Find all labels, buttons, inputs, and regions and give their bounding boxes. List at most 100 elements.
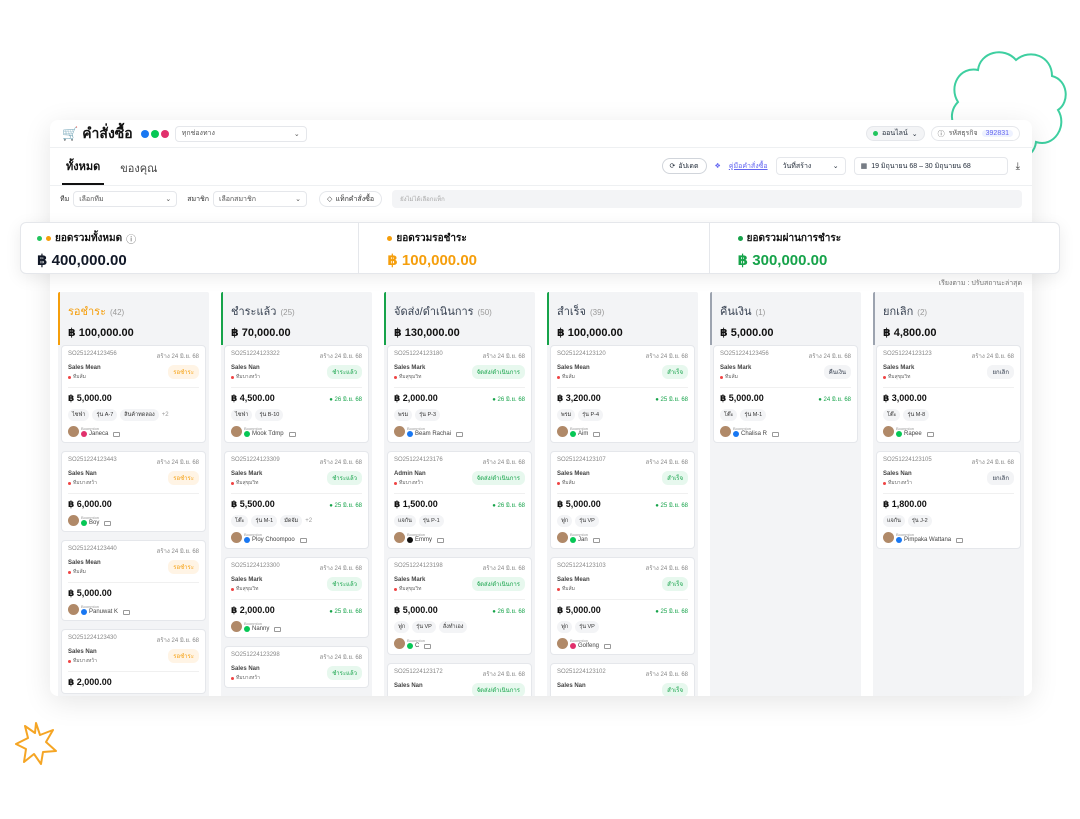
order-tag[interactable]: ไซฟ่า	[231, 409, 253, 421]
order-tag[interactable]: สินค้าทดลอง	[120, 409, 159, 421]
order-id[interactable]: SO251224123198	[394, 563, 443, 573]
more-tags-count[interactable]: +2	[305, 518, 312, 524]
order-card[interactable]: SO251224123440 สร้าง 24 มิ.ย. 68 Sales Mea…	[61, 540, 206, 621]
order-tag[interactable]: พรม	[557, 409, 576, 421]
download-icon[interactable]: ⤓	[1016, 161, 1020, 172]
date-type-select[interactable]: วันที่สร้าง ⌄	[775, 157, 846, 175]
order-tag[interactable]: โต๊ะ	[883, 409, 901, 421]
order-tag[interactable]: ฟูก	[557, 515, 573, 527]
tab-yours[interactable]: ของคุณ	[116, 159, 161, 185]
order-id[interactable]: SO251224123102	[557, 669, 606, 679]
order-id[interactable]: SO251224123440	[68, 546, 117, 556]
chat-icon[interactable]	[772, 431, 780, 437]
order-tag[interactable]: รุ่น VP	[575, 621, 599, 633]
order-tag[interactable]: รุ่น M-1	[740, 409, 767, 421]
order-card[interactable]: SO251224123102 สร้าง 24 มิ.ย. 68 Sales Nan…	[550, 663, 695, 696]
order-id[interactable]: SO251224123123	[883, 351, 932, 361]
order-card[interactable]: SO251224123123 สร้าง 24 มิ.ย. 68 Sales Mar…	[876, 345, 1021, 443]
order-tag[interactable]: โต๊ะ	[720, 409, 738, 421]
order-id[interactable]: SO251224123298	[231, 652, 280, 662]
chat-icon[interactable]	[926, 431, 934, 437]
order-tag[interactable]: รุ่น VP	[575, 515, 599, 527]
order-id[interactable]: SO251224123456	[720, 351, 769, 361]
order-card-meta: Sales Nan จัดส่ง/ดำเนินการ	[394, 683, 525, 696]
order-tag[interactable]: ไซฟ่า	[68, 409, 90, 421]
order-tag[interactable]: รุ่น P-3	[415, 409, 441, 421]
order-card[interactable]: SO251224123107 สร้าง 24 มิ.ย. 68 Sales Mea…	[550, 451, 695, 549]
order-tag[interactable]: รุ่น P-1	[418, 515, 444, 527]
order-tag[interactable]: โต๊ะ	[231, 515, 249, 527]
order-id[interactable]: SO251224123180	[394, 351, 443, 361]
order-card[interactable]: SO251224123180 สร้าง 24 มิ.ย. 68 Sales Mar…	[387, 345, 532, 443]
sort-note[interactable]: เรียงตาม : ปรับสถานะล่าสุด	[939, 278, 1022, 289]
sales-name: Sales Nan	[68, 471, 97, 477]
order-id[interactable]: SO251224123176	[394, 457, 443, 467]
order-tag[interactable]: รุ่น J-2	[907, 515, 932, 527]
order-tag[interactable]: รุ่น M-1	[251, 515, 278, 527]
order-tag[interactable]: แจกัน	[394, 515, 416, 527]
order-tag-button[interactable]: ◇ แท็กคำสั่งซื้อ	[319, 191, 383, 207]
chat-icon[interactable]	[437, 537, 444, 543]
chat-icon[interactable]	[123, 609, 131, 615]
order-tag[interactable]: มัดจัม	[280, 515, 303, 527]
info-icon[interactable]: ⓘ	[126, 231, 136, 246]
chat-icon[interactable]	[274, 626, 282, 632]
order-id[interactable]: SO251224123322	[231, 351, 280, 361]
chat-icon[interactable]	[456, 431, 464, 437]
chat-icon[interactable]	[299, 537, 307, 543]
team-select[interactable]: เลือกทีม ⌄	[73, 191, 178, 207]
order-id[interactable]: SO251224123172	[394, 669, 443, 679]
update-button[interactable]: ⟳ อัปเดต	[661, 158, 707, 174]
order-card[interactable]: SO251224123456 สร้าง 24 มิ.ย. 68 Sales Mar…	[713, 345, 858, 443]
chat-icon[interactable]	[104, 520, 112, 526]
order-card[interactable]: SO251224123120 สร้าง 24 มิ.ย. 68 Sales Mea…	[550, 345, 695, 443]
order-tag[interactable]: ฟูก	[394, 621, 410, 633]
order-card[interactable]: SO251224123172 สร้าง 24 มิ.ย. 68 Sales Nan…	[387, 663, 532, 696]
order-id[interactable]: SO251224123456	[68, 351, 117, 361]
order-tag[interactable]: รุ่น A-7	[92, 409, 118, 421]
order-card[interactable]: SO251224123105 สร้าง 24 มิ.ย. 68 Sales Nan…	[876, 451, 1021, 549]
order-card[interactable]: SO251224123176 สร้าง 24 มิ.ย. 68 Admin Nan…	[387, 451, 532, 549]
order-card[interactable]: SO251224123309 สร้าง 24 มิ.ย. 68 Sales Mar…	[224, 451, 369, 549]
chat-icon[interactable]	[592, 537, 600, 543]
order-tag[interactable]: พรม	[394, 409, 413, 421]
order-card[interactable]: SO251224123298 สร้าง 24 มิ.ย. 68 Sales Nan…	[224, 646, 369, 688]
order-card[interactable]: SO251224123322 สร้าง 24 มิ.ย. 68 Sales Nan…	[224, 345, 369, 443]
member-select[interactable]: เลือกสมาชิก ⌄	[213, 191, 308, 207]
order-id[interactable]: SO251224123300	[231, 563, 280, 573]
online-status-select[interactable]: ออนไลน์ ⌄	[865, 126, 925, 141]
order-tag[interactable]: สั่งทำเอง	[438, 621, 468, 633]
chat-icon[interactable]	[604, 643, 612, 649]
tag-filter-input[interactable]: ยังไม่ได้เลือกแท็ก	[392, 190, 1022, 208]
order-id[interactable]: SO251224123430	[68, 635, 117, 645]
order-id[interactable]: SO251224123103	[557, 563, 606, 573]
order-card[interactable]: SO251224123103 สร้าง 24 มิ.ย. 68 Sales Mea…	[550, 557, 695, 655]
date-range-picker[interactable]: ▦ 19 มิถุนายน 68 – 30 มิถุนายน 68	[853, 157, 1008, 175]
guide-link[interactable]: คู่มือคำสั่งซื้อ	[729, 161, 768, 172]
order-card[interactable]: SO251224123456 สร้าง 24 มิ.ย. 68 Sales Mea…	[61, 345, 206, 443]
order-id[interactable]: SO251224123120	[557, 351, 606, 361]
order-card[interactable]: SO251224123198 สร้าง 24 มิ.ย. 68 Sales Mar…	[387, 557, 532, 655]
chat-icon[interactable]	[424, 643, 432, 649]
order-tag[interactable]: รุ่น P-4	[578, 409, 604, 421]
order-tag[interactable]: รุ่น B-10	[255, 409, 284, 421]
shop-code[interactable]: ⓘ รหัสธุรกิจ 392831	[930, 126, 1020, 141]
chat-icon[interactable]	[113, 431, 121, 437]
tab-all[interactable]: ทั้งหมด	[62, 157, 105, 185]
channel-select[interactable]: ทุกช่องทาง ⌄	[174, 125, 307, 142]
chat-icon[interactable]	[593, 431, 601, 437]
order-id[interactable]: SO251224123309	[231, 457, 280, 467]
order-card[interactable]: SO251224123300 สร้าง 24 มิ.ย. 68 Sales Mar…	[224, 557, 369, 638]
order-tag[interactable]: รุ่น M-8	[903, 409, 930, 421]
order-tag[interactable]: แจกัน	[883, 515, 905, 527]
order-tag[interactable]: ฟูก	[557, 621, 573, 633]
order-id[interactable]: SO251224123443	[68, 457, 117, 467]
more-tags-count[interactable]: +2	[162, 412, 169, 418]
order-id[interactable]: SO251224123105	[883, 457, 932, 467]
chat-icon[interactable]	[956, 537, 964, 543]
chat-icon[interactable]	[288, 431, 296, 437]
order-tag[interactable]: รุ่น VP	[412, 621, 436, 633]
order-card[interactable]: SO251224123443 สร้าง 24 มิ.ย. 68 Sales Nan…	[61, 451, 206, 532]
order-card[interactable]: SO251224123430 สร้าง 24 มิ.ย. 68 Sales Nan…	[61, 629, 206, 694]
order-id[interactable]: SO251224123107	[557, 457, 606, 467]
